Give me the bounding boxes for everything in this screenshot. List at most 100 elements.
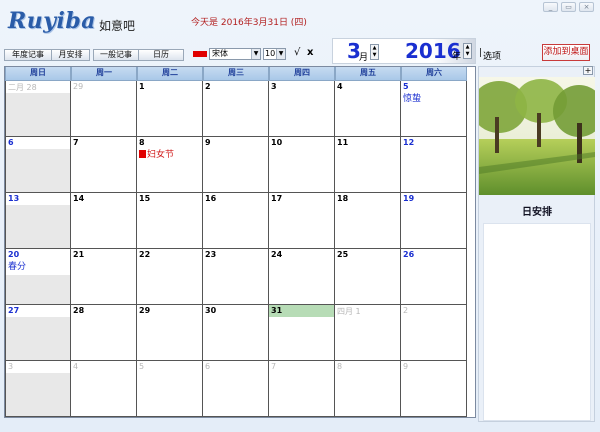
cancel-x-button[interactable]: x: [307, 47, 313, 59]
calendar-day-cell[interactable]: 4: [335, 81, 401, 137]
calendar-day-cell[interactable]: 21: [71, 249, 137, 305]
confirm-check-button[interactable]: √: [294, 47, 300, 59]
add-to-desktop-button[interactable]: 添加到桌面: [542, 44, 590, 61]
calendar-day-cell[interactable]: 2: [401, 305, 467, 361]
calendar-day-cell[interactable]: 25: [335, 249, 401, 305]
day-number: 6: [8, 138, 14, 147]
weekday-mon: 周一: [71, 67, 137, 81]
calendar-day-cell[interactable]: 5: [137, 361, 203, 417]
calendar-day-cell[interactable]: 6: [203, 361, 269, 417]
calendar-day-cell[interactable]: 17: [269, 193, 335, 249]
calendar-day-cell[interactable]: 四月 1: [335, 305, 401, 361]
tree-landscape-image: [479, 77, 595, 195]
day-number: 20: [8, 250, 20, 259]
annual-notes-button[interactable]: 年度记事: [4, 49, 52, 61]
day-number: 17: [271, 194, 283, 203]
month-unit: 月: [359, 53, 369, 63]
weekday-wed: 周三: [203, 67, 269, 81]
day-number: 四月 1: [337, 307, 361, 316]
calendar-day-cell[interactable]: 3: [269, 81, 335, 137]
options-link[interactable]: 选项: [483, 49, 501, 62]
sunday-shade: [6, 373, 70, 416]
day-number: 13: [8, 194, 20, 203]
today-date-label: 今天是 2016年3月31日 (四): [191, 18, 307, 28]
general-notes-button[interactable]: 一般记事: [93, 49, 139, 61]
chevron-down-icon[interactable]: ▼: [251, 49, 260, 59]
sunday-shade: [6, 205, 70, 248]
window-controls: _ ▭ ×: [543, 2, 594, 12]
calendar-day-cell[interactable]: 22: [137, 249, 203, 305]
calendar-day-cell[interactable]: 7: [269, 361, 335, 417]
font-size-select[interactable]: 10 ▼: [263, 48, 286, 60]
sunday-shade: [6, 275, 70, 304]
calendar-day-cell[interactable]: 5 惊蛰: [401, 81, 467, 137]
text-color-swatch[interactable]: [193, 51, 207, 57]
day-number: 22: [139, 250, 151, 259]
calendar-day-cell[interactable]: 13: [5, 193, 71, 249]
day-number: 11: [337, 138, 349, 147]
calendar-day-cell[interactable]: 2: [203, 81, 269, 137]
weekday-thu: 周四: [269, 67, 335, 81]
calendar-day-cell[interactable]: 12: [401, 137, 467, 193]
day-number: 14: [73, 194, 85, 203]
day-number: 24: [271, 250, 283, 259]
calendar-day-cell[interactable]: 15: [137, 193, 203, 249]
font-select[interactable]: 宋体 ▼: [209, 48, 261, 60]
day-number: 25: [337, 250, 349, 259]
day-number: 2: [205, 82, 211, 91]
day-number: 12: [403, 138, 415, 147]
calendar-day-cell[interactable]: 18: [335, 193, 401, 249]
calendar-day-cell[interactable]: 19: [401, 193, 467, 249]
weekday-fri: 周五: [335, 67, 401, 81]
calendar-day-cell[interactable]: 30: [203, 305, 269, 361]
calendar-day-cell[interactable]: 9: [401, 361, 467, 417]
calendar-day-cell[interactable]: 1: [137, 81, 203, 137]
day-number: 26: [403, 250, 415, 259]
day-number: 23: [205, 250, 217, 259]
calendar-day-cell[interactable]: 11: [335, 137, 401, 193]
calendar-button[interactable]: 日历: [138, 49, 184, 61]
day-number: 9: [205, 138, 211, 147]
weekday-tue: 周二: [137, 67, 203, 81]
weekday-sun: 周日: [5, 67, 71, 81]
day-number: 1: [139, 82, 145, 91]
day-number: 29: [73, 82, 84, 91]
calendar-day-cell[interactable]: 6: [5, 137, 71, 193]
calendar-day-cell[interactable]: 8 妇女节: [137, 137, 203, 193]
close-button[interactable]: ×: [579, 2, 594, 12]
day-schedule-title: 日安排: [522, 207, 552, 218]
calendar-day-cell[interactable]: 31: [269, 305, 335, 361]
day-number: 4: [337, 82, 343, 91]
calendar-day-cell[interactable]: 28: [71, 305, 137, 361]
year-spinner[interactable]: ▲ ▼: [463, 43, 472, 59]
calendar-day-cell[interactable]: 24: [269, 249, 335, 305]
sunday-shade: [6, 149, 70, 192]
calendar-day-cell[interactable]: 26: [401, 249, 467, 305]
calendar-day-cell[interactable]: 4: [71, 361, 137, 417]
maximize-button[interactable]: ▭: [561, 2, 576, 12]
calendar-day-cell[interactable]: 29: [137, 305, 203, 361]
calendar-day-cell[interactable]: 29: [71, 81, 137, 137]
calendar-day-cell[interactable]: 8: [335, 361, 401, 417]
calendar-day-cell[interactable]: 9: [203, 137, 269, 193]
month-year-selector: 3 月 ▲ ▼ 2016 年 ▲ ▼: [332, 38, 476, 64]
month-spinner[interactable]: ▲ ▼: [370, 44, 379, 60]
logo-text: Ruyiba: [8, 8, 97, 34]
month-schedule-button[interactable]: 月安排: [51, 49, 90, 61]
calendar-day-cell[interactable]: 27: [5, 305, 71, 361]
chevron-down-icon[interactable]: ▼: [276, 49, 285, 59]
minimize-button[interactable]: _: [543, 2, 558, 12]
calendar-day-cell[interactable]: 3: [5, 361, 71, 417]
calendar-day-cell[interactable]: 7: [71, 137, 137, 193]
calendar-day-cell[interactable]: 14: [71, 193, 137, 249]
day-schedule-area[interactable]: [483, 223, 591, 421]
day-number: 19: [403, 194, 415, 203]
sunday-shade: [6, 93, 70, 136]
calendar-day-cell[interactable]: 16: [203, 193, 269, 249]
add-photo-button[interactable]: +: [583, 66, 593, 75]
calendar-day-cell[interactable]: 10: [269, 137, 335, 193]
calendar-day-cell[interactable]: 23: [203, 249, 269, 305]
calendar-day-cell[interactable]: 二月 28: [5, 81, 71, 137]
calendar-day-cell[interactable]: 20 春分: [5, 249, 71, 305]
day-number: 18: [337, 194, 349, 203]
